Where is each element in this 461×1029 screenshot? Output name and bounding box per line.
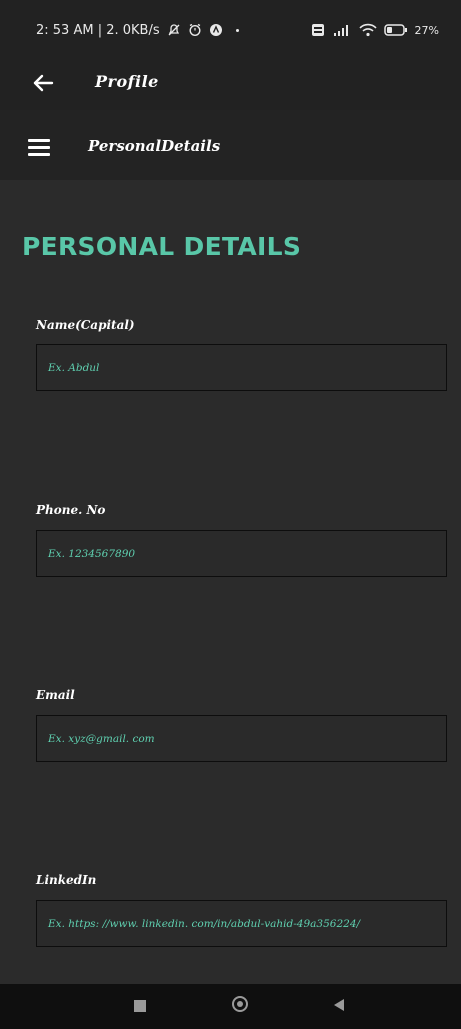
recents-button[interactable] — [134, 1000, 146, 1012]
name-field-label: Name(Capital) — [36, 318, 135, 332]
signal-icon — [333, 25, 348, 36]
status-time-speed: 2: 53 AM | 2. 0KB/s — [36, 22, 160, 38]
name-input[interactable]: Ex. Abdul — [36, 344, 447, 391]
email-input[interactable]: Ex. xyz@gmail. com — [36, 715, 447, 762]
section-toolbar: PersonalDetails — [0, 110, 461, 180]
personal-details-form: PERSONAL DETAILS Name(Capital) Ex. Abdul… — [0, 180, 461, 984]
battery-icon — [383, 24, 407, 36]
phone-field-label: Phone. No — [36, 503, 106, 517]
phone-input[interactable]: Ex. 1234567890 — [36, 530, 447, 577]
section-title: PersonalDetails — [88, 137, 221, 155]
app-notification-icon — [209, 24, 222, 36]
page-title: Profile — [95, 72, 159, 91]
home-button[interactable] — [232, 996, 248, 1012]
alarm-icon — [189, 23, 201, 37]
back-arrow-icon[interactable] — [32, 72, 54, 94]
email-field-label: Email — [36, 688, 75, 702]
status-left: 2: 53 AM | 2. 0KB/s — [36, 23, 239, 38]
hamburger-menu-icon[interactable] — [28, 139, 50, 156]
form-heading: PERSONAL DETAILS — [22, 232, 302, 261]
back-button[interactable] — [334, 999, 344, 1011]
wifi-icon — [358, 23, 377, 37]
battery-percent: 27% — [414, 23, 439, 37]
linkedin-input[interactable]: Ex. https: //www. linkedin. com/in/abdul… — [36, 900, 447, 947]
volte-icon — [311, 24, 324, 36]
system-navigation-bar — [0, 984, 461, 1029]
status-dot — [235, 28, 239, 32]
linkedin-field-label: LinkedIn — [36, 873, 97, 887]
notification-off-icon — [168, 24, 180, 36]
status-right: 27% — [311, 23, 439, 37]
app-bar: Profile — [0, 60, 461, 110]
status-bar: 2: 53 AM | 2. 0KB/s 27% — [0, 0, 461, 60]
